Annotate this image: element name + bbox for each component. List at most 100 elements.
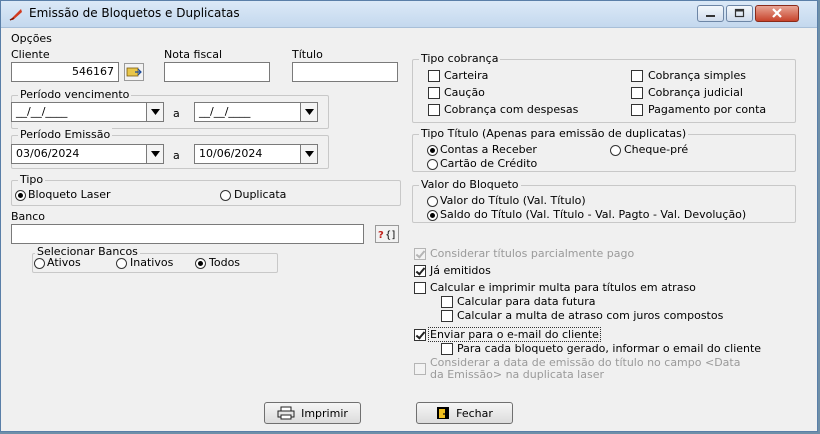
cobranca-despesas-checkbox[interactable] (428, 104, 440, 116)
cheque-pre-radio[interactable] (610, 145, 621, 156)
email-cliente-label[interactable]: Enviar para o e-mail do cliente (428, 327, 601, 342)
cobranca-judicial-checkbox[interactable] (631, 87, 643, 99)
cliente-label: Cliente (11, 48, 50, 61)
emissao-to-value: 10/06/2024 (199, 147, 263, 160)
bancos-inativos-label[interactable]: Inativos (130, 256, 173, 269)
help-search-icon: ?{] (378, 230, 395, 240)
bancos-inativos-radio[interactable] (116, 258, 127, 269)
fechar-label: Fechar (456, 406, 493, 420)
email-cliente-checkbox[interactable] (414, 329, 426, 341)
tipo-duplicata-label[interactable]: Duplicata (234, 188, 286, 201)
banco-input[interactable] (11, 224, 364, 244)
tipo-bloqueto-radio[interactable] (15, 190, 26, 201)
vencimento-from-combo[interactable]: __/__/____ (11, 102, 164, 122)
vencimento-to-dropdown[interactable] (300, 103, 317, 121)
cartao-credito-label[interactable]: Cartão de Crédito (440, 157, 537, 170)
saldo-titulo-label[interactable]: Saldo do Título (Val. Título - Val. Pagt… (440, 208, 746, 221)
app-icon (9, 9, 22, 21)
cobranca-despesas-label[interactable]: Cobrança com despesas (444, 103, 578, 116)
svg-text:{]: {] (385, 230, 395, 240)
imprimir-button[interactable]: Imprimir (264, 402, 361, 424)
valor-bloqueto-label: Valor do Bloqueto (419, 178, 521, 191)
svg-text:?: ? (378, 230, 384, 240)
contas-receber-radio[interactable] (427, 145, 438, 156)
chevron-down-icon (304, 151, 314, 157)
tipo-titulo-label: Tipo Título (Apenas para emissão de dupl… (419, 127, 689, 140)
fechar-button[interactable]: Fechar (416, 402, 513, 424)
printer-icon (277, 406, 295, 420)
informar-email-label[interactable]: Para cada bloqueto gerado, informar o em… (457, 342, 761, 355)
juros-compostos-label[interactable]: Calcular a multa de atraso com juros com… (457, 309, 723, 322)
cartao-credito-radio[interactable] (427, 159, 438, 170)
title-bar[interactable]: Emissão de Bloquetos e Duplicatas (1, 1, 817, 28)
banco-help-button[interactable]: ?{] (375, 225, 399, 243)
cliente-search-button[interactable] (124, 63, 144, 81)
emissao-from-combo[interactable]: 03/06/2024 (11, 144, 164, 164)
cobranca-judicial-label[interactable]: Cobrança judicial (648, 86, 743, 99)
data-futura-checkbox[interactable] (441, 296, 453, 308)
titulo-label: Título (292, 48, 323, 61)
chevron-down-icon (304, 109, 314, 115)
contas-receber-label[interactable]: Contas a Receber (440, 143, 537, 156)
parcial-checkbox[interactable] (414, 248, 426, 260)
vencimento-to-value: __/__/____ (199, 105, 251, 118)
nota-fiscal-input[interactable] (164, 62, 270, 82)
tipo-duplicata-radio[interactable] (220, 190, 231, 201)
tipo-label: Tipo (18, 173, 46, 186)
periodo-vencimento-label: Período vencimento (18, 88, 132, 101)
maximize-icon (734, 8, 745, 18)
emissao-to-combo[interactable]: 10/06/2024 (194, 144, 318, 164)
imprimir-label: Imprimir (301, 406, 348, 420)
cobranca-simples-label[interactable]: Cobrança simples (648, 69, 746, 82)
bancos-todos-label[interactable]: Todos (209, 256, 240, 269)
vencimento-from-value: __/__/____ (16, 105, 68, 118)
periodo-emissao-label: Período Emissão (18, 128, 113, 141)
valor-titulo-label[interactable]: Valor do Título (Val. Título) (440, 194, 586, 207)
caucao-label[interactable]: Caução (444, 86, 485, 99)
vencimento-to-combo[interactable]: __/__/____ (194, 102, 318, 122)
options-label: Opções (11, 32, 52, 45)
ja-emitidos-checkbox[interactable] (414, 265, 426, 277)
ja-emitidos-label[interactable]: Já emitidos (430, 264, 491, 277)
emissao-from-dropdown[interactable] (146, 145, 163, 163)
multa-checkbox[interactable] (414, 282, 426, 294)
cheque-pre-label[interactable]: Cheque-pré (624, 143, 688, 156)
chevron-down-icon (150, 151, 160, 157)
informar-email-checkbox[interactable] (441, 343, 453, 355)
bancos-todos-radio[interactable] (195, 258, 206, 269)
cobranca-simples-checkbox[interactable] (631, 70, 643, 82)
window-title: Emissão de Bloquetos e Duplicatas (29, 6, 240, 20)
emissao-to-dropdown[interactable] (300, 145, 317, 163)
vencimento-sep: a (173, 107, 180, 120)
dialog-window: Emissão de Bloquetos e Duplicatas Opções… (0, 0, 818, 432)
exit-door-icon (437, 407, 450, 419)
data-futura-label[interactable]: Calcular para data futura (457, 295, 595, 308)
tipo-cobranca-label: Tipo cobrança (419, 52, 501, 65)
close-icon (772, 8, 782, 18)
data-emissao-checkbox[interactable] (414, 363, 426, 375)
saldo-titulo-radio[interactable] (427, 210, 438, 221)
data-emissao-label-2: da Emissão> na duplicata laser (430, 368, 605, 381)
chevron-down-icon (150, 109, 160, 115)
minimize-icon (706, 15, 715, 17)
valor-titulo-radio[interactable] (427, 196, 438, 207)
cliente-input[interactable]: 546167 (11, 62, 119, 82)
juros-compostos-checkbox[interactable] (441, 310, 453, 322)
caucao-checkbox[interactable] (428, 87, 440, 99)
pagamento-conta-label[interactable]: Pagamento por conta (648, 103, 766, 116)
multa-label[interactable]: Calcular e imprimir multa para títulos e… (430, 281, 696, 294)
bancos-ativos-label[interactable]: Ativos (47, 256, 81, 269)
titulo-input[interactable] (292, 62, 398, 82)
maximize-button[interactable] (726, 5, 753, 22)
carteira-checkbox[interactable] (428, 70, 440, 82)
emissao-from-value: 03/06/2024 (16, 147, 80, 160)
carteira-label[interactable]: Carteira (444, 69, 488, 82)
parcial-label: Considerar títulos parcialmente pago (430, 247, 635, 260)
vencimento-from-dropdown[interactable] (146, 103, 163, 121)
emissao-sep: a (173, 149, 180, 162)
close-button[interactable] (755, 5, 799, 22)
pagamento-conta-checkbox[interactable] (631, 104, 643, 116)
bancos-ativos-radio[interactable] (34, 258, 45, 269)
minimize-button[interactable] (697, 5, 724, 22)
tipo-bloqueto-label[interactable]: Bloqueto Laser (28, 188, 110, 201)
